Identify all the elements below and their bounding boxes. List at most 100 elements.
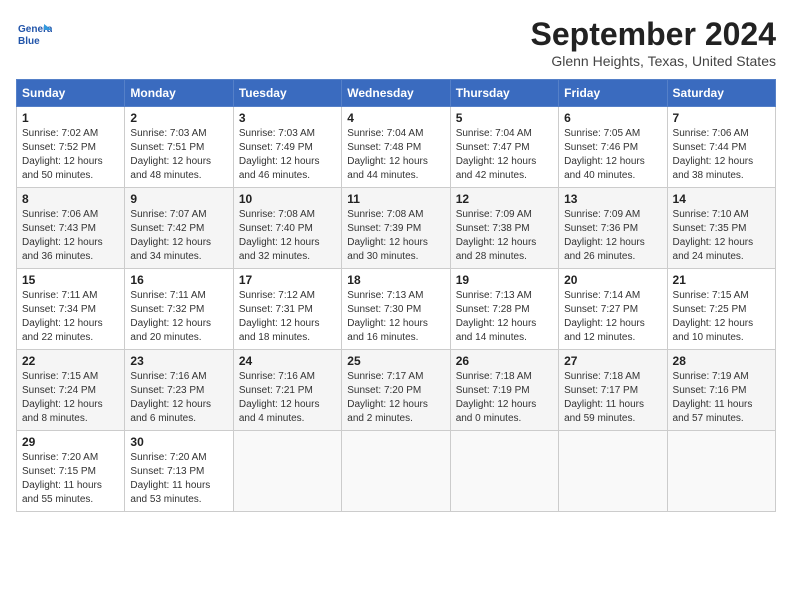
- day-info: Sunrise: 7:03 AM Sunset: 7:49 PM Dayligh…: [239, 127, 336, 183]
- day-info: Sunrise: 7:12 AM Sunset: 7:31 PM Dayligh…: [239, 289, 336, 345]
- day-info: Sunrise: 7:11 AM Sunset: 7:32 PM Dayligh…: [130, 289, 227, 345]
- day-number: 21: [673, 273, 770, 287]
- day-cell: [342, 431, 450, 512]
- day-cell: 13Sunrise: 7:09 AM Sunset: 7:36 PM Dayli…: [559, 188, 667, 269]
- day-cell: [450, 431, 558, 512]
- day-number: 28: [673, 354, 770, 368]
- day-number: 20: [564, 273, 661, 287]
- day-cell: 10Sunrise: 7:08 AM Sunset: 7:40 PM Dayli…: [233, 188, 341, 269]
- day-number: 19: [456, 273, 553, 287]
- day-info: Sunrise: 7:16 AM Sunset: 7:21 PM Dayligh…: [239, 370, 336, 426]
- week-row-3: 15 Sunrise: 7:11 AM Sunset: 7:34 PM Dayli…: [17, 269, 776, 350]
- day-info: Sunrise: 7:11 AM Sunset: 7:34 PM Dayligh…: [22, 289, 119, 345]
- day-number: 25: [347, 354, 444, 368]
- col-header-thursday: Thursday: [450, 80, 558, 107]
- day-cell: 27 Sunrise: 7:18 AM Sunset: 7:17 PM Dayli…: [559, 350, 667, 431]
- logo: General Blue: [16, 16, 52, 52]
- day-number: 3: [239, 111, 336, 125]
- day-cell: 23Sunrise: 7:16 AM Sunset: 7:23 PM Dayli…: [125, 350, 233, 431]
- col-header-saturday: Saturday: [667, 80, 775, 107]
- logo-icon: General Blue: [16, 16, 52, 52]
- day-cell: 24 Sunrise: 7:16 AM Sunset: 7:21 PM Dayli…: [233, 350, 341, 431]
- day-number: 26: [456, 354, 553, 368]
- day-cell: 17 Sunrise: 7:12 AM Sunset: 7:31 PM Dayli…: [233, 269, 341, 350]
- day-info: Sunrise: 7:13 AM Sunset: 7:28 PM Dayligh…: [456, 289, 553, 345]
- col-header-monday: Monday: [125, 80, 233, 107]
- day-number: 16: [130, 273, 227, 287]
- day-number: 12: [456, 192, 553, 206]
- day-number: 6: [564, 111, 661, 125]
- day-cell: [559, 431, 667, 512]
- day-info: Sunrise: 7:04 AM Sunset: 7:48 PM Dayligh…: [347, 127, 444, 183]
- day-info: Sunrise: 7:02 AM Sunset: 7:52 PM Dayligh…: [22, 127, 119, 183]
- day-info: Sunrise: 7:15 AM Sunset: 7:24 PM Dayligh…: [22, 370, 119, 426]
- col-header-friday: Friday: [559, 80, 667, 107]
- day-cell: 18Sunrise: 7:13 AM Sunset: 7:30 PM Dayli…: [342, 269, 450, 350]
- day-cell: 3 Sunrise: 7:03 AM Sunset: 7:49 PM Daylig…: [233, 107, 341, 188]
- col-header-wednesday: Wednesday: [342, 80, 450, 107]
- day-info: Sunrise: 7:13 AM Sunset: 7:30 PM Dayligh…: [347, 289, 444, 345]
- day-number: 9: [130, 192, 227, 206]
- day-cell: 15 Sunrise: 7:11 AM Sunset: 7:34 PM Dayli…: [17, 269, 125, 350]
- day-info: Sunrise: 7:14 AM Sunset: 7:27 PM Dayligh…: [564, 289, 661, 345]
- month-title: September 2024: [531, 16, 776, 53]
- day-cell: 12 Sunrise: 7:09 AM Sunset: 7:38 PM Dayli…: [450, 188, 558, 269]
- day-cell: [233, 431, 341, 512]
- day-number: 11: [347, 192, 444, 206]
- day-cell: 25Sunrise: 7:17 AM Sunset: 7:20 PM Dayli…: [342, 350, 450, 431]
- col-header-sunday: Sunday: [17, 80, 125, 107]
- day-number: 29: [22, 435, 119, 449]
- day-number: 24: [239, 354, 336, 368]
- day-info: Sunrise: 7:15 AM Sunset: 7:25 PM Dayligh…: [673, 289, 770, 345]
- day-cell: 29 Sunrise: 7:20 AM Sunset: 7:15 PM Dayli…: [17, 431, 125, 512]
- day-cell: 7Sunrise: 7:06 AM Sunset: 7:44 PM Daylig…: [667, 107, 775, 188]
- calendar: SundayMondayTuesdayWednesdayThursdayFrid…: [16, 79, 776, 512]
- day-info: Sunrise: 7:06 AM Sunset: 7:43 PM Dayligh…: [22, 208, 119, 264]
- day-info: Sunrise: 7:10 AM Sunset: 7:35 PM Dayligh…: [673, 208, 770, 264]
- day-cell: 6Sunrise: 7:05 AM Sunset: 7:46 PM Daylig…: [559, 107, 667, 188]
- day-cell: 2 Sunrise: 7:03 AM Sunset: 7:51 PM Daylig…: [125, 107, 233, 188]
- day-cell: 11 Sunrise: 7:08 AM Sunset: 7:39 PM Dayli…: [342, 188, 450, 269]
- day-cell: 19 Sunrise: 7:13 AM Sunset: 7:28 PM Dayli…: [450, 269, 558, 350]
- day-number: 15: [22, 273, 119, 287]
- day-cell: 20 Sunrise: 7:14 AM Sunset: 7:27 PM Dayli…: [559, 269, 667, 350]
- day-info: Sunrise: 7:18 AM Sunset: 7:19 PM Dayligh…: [456, 370, 553, 426]
- day-number: 30: [130, 435, 227, 449]
- day-cell: 8 Sunrise: 7:06 AM Sunset: 7:43 PM Daylig…: [17, 188, 125, 269]
- day-cell: 9 Sunrise: 7:07 AM Sunset: 7:42 PM Daylig…: [125, 188, 233, 269]
- day-info: Sunrise: 7:07 AM Sunset: 7:42 PM Dayligh…: [130, 208, 227, 264]
- day-cell: 14 Sunrise: 7:10 AM Sunset: 7:35 PM Dayli…: [667, 188, 775, 269]
- day-cell: 22 Sunrise: 7:15 AM Sunset: 7:24 PM Dayli…: [17, 350, 125, 431]
- day-number: 2: [130, 111, 227, 125]
- day-number: 27: [564, 354, 661, 368]
- day-number: 22: [22, 354, 119, 368]
- location: Glenn Heights, Texas, United States: [531, 53, 776, 69]
- day-cell: 26 Sunrise: 7:18 AM Sunset: 7:19 PM Dayli…: [450, 350, 558, 431]
- day-number: 7: [673, 111, 770, 125]
- week-row-2: 8 Sunrise: 7:06 AM Sunset: 7:43 PM Daylig…: [17, 188, 776, 269]
- day-info: Sunrise: 7:09 AM Sunset: 7:36 PM Dayligh…: [564, 208, 661, 264]
- day-info: Sunrise: 7:20 AM Sunset: 7:13 PM Dayligh…: [130, 451, 227, 507]
- day-info: Sunrise: 7:18 AM Sunset: 7:17 PM Dayligh…: [564, 370, 661, 426]
- day-info: Sunrise: 7:08 AM Sunset: 7:39 PM Dayligh…: [347, 208, 444, 264]
- day-cell: 1Sunrise: 7:02 AM Sunset: 7:52 PM Daylig…: [17, 107, 125, 188]
- col-header-tuesday: Tuesday: [233, 80, 341, 107]
- day-info: Sunrise: 7:03 AM Sunset: 7:51 PM Dayligh…: [130, 127, 227, 183]
- day-number: 5: [456, 111, 553, 125]
- day-number: 14: [673, 192, 770, 206]
- day-cell: [667, 431, 775, 512]
- day-info: Sunrise: 7:09 AM Sunset: 7:38 PM Dayligh…: [456, 208, 553, 264]
- day-cell: 30 Sunrise: 7:20 AM Sunset: 7:13 PM Dayli…: [125, 431, 233, 512]
- day-number: 8: [22, 192, 119, 206]
- day-info: Sunrise: 7:19 AM Sunset: 7:16 PM Dayligh…: [673, 370, 770, 426]
- day-cell: 16 Sunrise: 7:11 AM Sunset: 7:32 PM Dayli…: [125, 269, 233, 350]
- week-row-5: 29 Sunrise: 7:20 AM Sunset: 7:15 PM Dayli…: [17, 431, 776, 512]
- day-cell: 28 Sunrise: 7:19 AM Sunset: 7:16 PM Dayli…: [667, 350, 775, 431]
- day-cell: 5Sunrise: 7:04 AM Sunset: 7:47 PM Daylig…: [450, 107, 558, 188]
- header: General Blue September 2024 Glenn Height…: [16, 16, 776, 69]
- calendar-header-row: SundayMondayTuesdayWednesdayThursdayFrid…: [17, 80, 776, 107]
- day-info: Sunrise: 7:20 AM Sunset: 7:15 PM Dayligh…: [22, 451, 119, 507]
- day-number: 17: [239, 273, 336, 287]
- title-area: September 2024 Glenn Heights, Texas, Uni…: [531, 16, 776, 69]
- week-row-4: 22 Sunrise: 7:15 AM Sunset: 7:24 PM Dayli…: [17, 350, 776, 431]
